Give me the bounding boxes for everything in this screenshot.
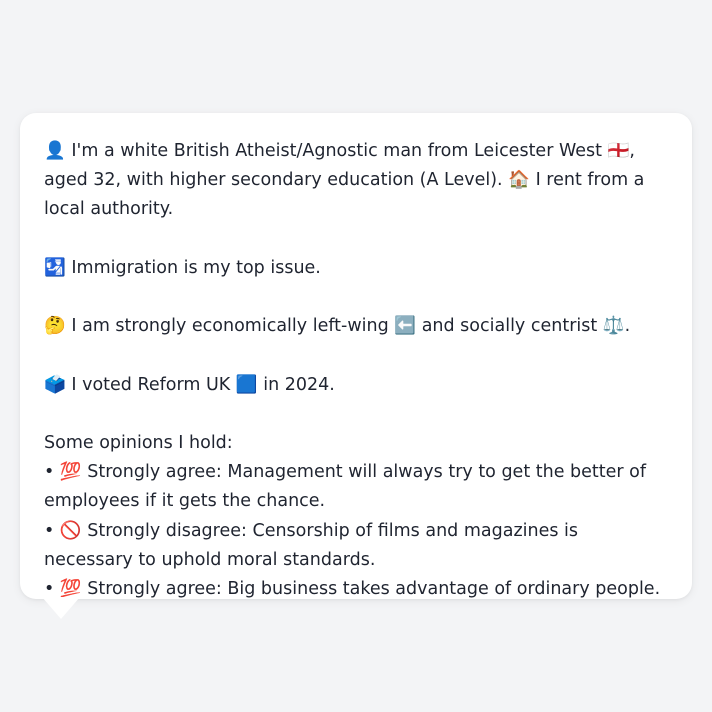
house-icon: 🏠: [508, 170, 530, 191]
top-issue: 🛂 Immigration is my top issue.: [44, 254, 672, 283]
opinion-text: Strongly disagree: Censorship of films a…: [44, 520, 579, 570]
bubble-tail: [42, 597, 80, 619]
top-issue-text: Immigration is my top issue.: [71, 257, 321, 278]
vote-history: 🗳️ I voted Reform UK 🟦 in 2024.: [44, 371, 672, 400]
left-arrow-icon: ⬅️: [394, 316, 417, 337]
england-flag-icon: 🏴󠁧󠁢󠁥󠁮󠁧󠁿: [607, 141, 630, 161]
scales-icon: ⚖️: [602, 316, 625, 337]
ballot-box-icon: 🗳️: [44, 374, 66, 395]
thinking-face-icon: 🤔: [44, 316, 66, 337]
hundred-points-icon: 💯: [59, 578, 82, 599]
profile-intro: 👤 I'm a white British Atheist/Agnostic m…: [44, 137, 672, 225]
social-text: and socially centrist: [421, 316, 598, 337]
bullet: •: [44, 462, 55, 483]
hundred-points-icon: 💯: [59, 462, 82, 483]
vote-year-text: in 2024.: [263, 374, 335, 395]
opinion-item: • 💯 Strongly agree: Management will alwa…: [44, 458, 672, 516]
bullet: •: [44, 578, 55, 599]
political-leaning: 🤔 I am strongly economically left-wing ⬅…: [44, 312, 672, 341]
person-icon: 👤: [44, 141, 66, 161]
opinion-text: Strongly agree: Big business takes advan…: [87, 578, 661, 599]
opinion-text: Strongly agree: Management will always t…: [44, 462, 647, 512]
message-bubble: 👤 I'm a white British Atheist/Agnostic m…: [20, 113, 692, 599]
period: .: [624, 316, 631, 337]
opinions-heading: Some opinions I hold:: [44, 432, 233, 453]
prohibited-icon: 🚫: [59, 520, 82, 541]
opinion-item: • 🚫 Strongly disagree: Censorship of fil…: [44, 517, 672, 575]
blue-square-icon: 🟦: [235, 374, 258, 395]
vote-text: I voted Reform UK: [71, 374, 231, 395]
opinion-item: • 💯 Strongly agree: Big business takes a…: [44, 575, 672, 604]
page: 👤 I'm a white British Atheist/Agnostic m…: [0, 0, 712, 712]
passport-control-icon: 🛂: [44, 257, 66, 278]
intro-text: I'm a white British Atheist/Agnostic man…: [71, 141, 602, 161]
bullet: •: [44, 520, 55, 541]
economic-text: I am strongly economically left-wing: [71, 316, 389, 337]
